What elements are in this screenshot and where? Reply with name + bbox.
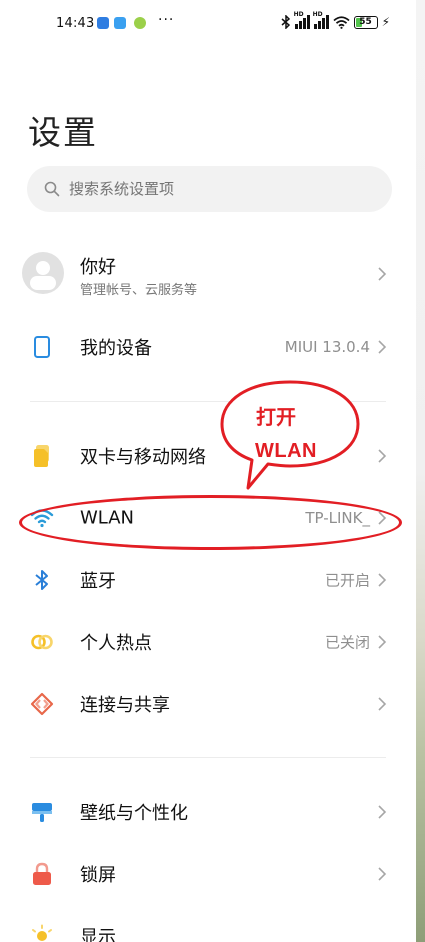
chevron-right-icon (378, 697, 387, 711)
signal-hd-tag: HD (293, 11, 304, 18)
android-notification-icon (134, 17, 146, 29)
profile-name: 你好 (80, 257, 116, 278)
signal-hd-tag: HD (312, 11, 323, 18)
chevron-right-icon (378, 267, 387, 281)
sim-card-icon (34, 445, 49, 467)
annotation-speech-bubble (220, 380, 360, 490)
profile-subtitle: 管理帐号、云服务等 (80, 283, 198, 298)
settings-item-value: MIUI 13.0.4 (284, 338, 370, 356)
search-icon (44, 181, 60, 197)
settings-item-lock-screen[interactable]: 锁屏 (0, 844, 416, 904)
settings-item-label: 双卡与移动网络 (80, 447, 206, 468)
avatar (22, 252, 64, 294)
settings-item-label: 连接与共享 (80, 695, 170, 716)
app-notification-icon (114, 17, 126, 29)
settings-item-label: 显示 (80, 927, 116, 942)
wallpaper-icon (32, 803, 52, 822)
phone-device-icon (34, 336, 50, 358)
settings-item-label: 锁屏 (80, 865, 116, 886)
annotation-highlight-oval (19, 495, 402, 550)
annotation-text: 打开 (256, 405, 296, 429)
chevron-right-icon (378, 449, 387, 463)
settings-item-label: 个人热点 (80, 633, 152, 654)
chevron-right-icon (378, 340, 387, 354)
charging-icon: ⚡ (381, 15, 390, 29)
chevron-right-icon (378, 635, 387, 649)
settings-item-bluetooth[interactable]: 蓝牙 已开启 (0, 550, 416, 610)
display-icon (32, 924, 52, 941)
settings-item-my-device[interactable]: 我的设备 MIUI 13.0.4 (0, 317, 416, 377)
chevron-right-icon (378, 573, 387, 587)
settings-item-value: 已关闭 (324, 633, 370, 652)
background-wallpaper-strip (416, 0, 425, 942)
settings-item-display[interactable]: 显示 (0, 906, 416, 942)
lock-icon (33, 862, 51, 885)
bluetooth-icon (35, 570, 48, 590)
hotspot-icon (31, 634, 53, 650)
app-notification-icon (97, 17, 109, 29)
connection-share-icon (30, 692, 54, 716)
settings-screen: 14:43 ··· HD HD 55 ⚡ 设置 搜索系统设置项 你好 管理帐号、… (0, 0, 416, 942)
settings-item-connection-sharing[interactable]: 连接与共享 (0, 674, 416, 734)
status-bar: 14:43 ··· HD HD 55 ⚡ (0, 11, 416, 36)
bluetooth-status-icon (281, 15, 290, 29)
settings-item-label: 我的设备 (80, 338, 152, 359)
settings-item-value: 已开启 (324, 571, 370, 590)
settings-item-hotspot[interactable]: 个人热点 已关闭 (0, 612, 416, 672)
wifi-status-icon (332, 15, 350, 29)
settings-item-label: 壁纸与个性化 (80, 803, 188, 824)
status-time: 14:43 (56, 16, 95, 31)
signal-strength-icon: HD (294, 11, 310, 29)
settings-item-wallpaper[interactable]: 壁纸与个性化 (0, 782, 416, 842)
status-right: HD HD 55 ⚡ (281, 11, 390, 29)
battery-icon: 55 (353, 15, 378, 29)
search-bar[interactable] (27, 166, 392, 212)
annotation-text: WLAN (255, 440, 317, 462)
settings-item-label: 蓝牙 (80, 571, 116, 592)
battery-level: 55 (359, 16, 372, 27)
page-title: 设置 (28, 113, 98, 152)
search-input[interactable] (69, 180, 349, 198)
chevron-right-icon (378, 867, 387, 881)
more-notifications-icon: ··· (158, 12, 175, 28)
signal-strength-icon: HD (313, 11, 329, 29)
section-divider (30, 757, 386, 758)
chevron-right-icon (378, 805, 387, 819)
